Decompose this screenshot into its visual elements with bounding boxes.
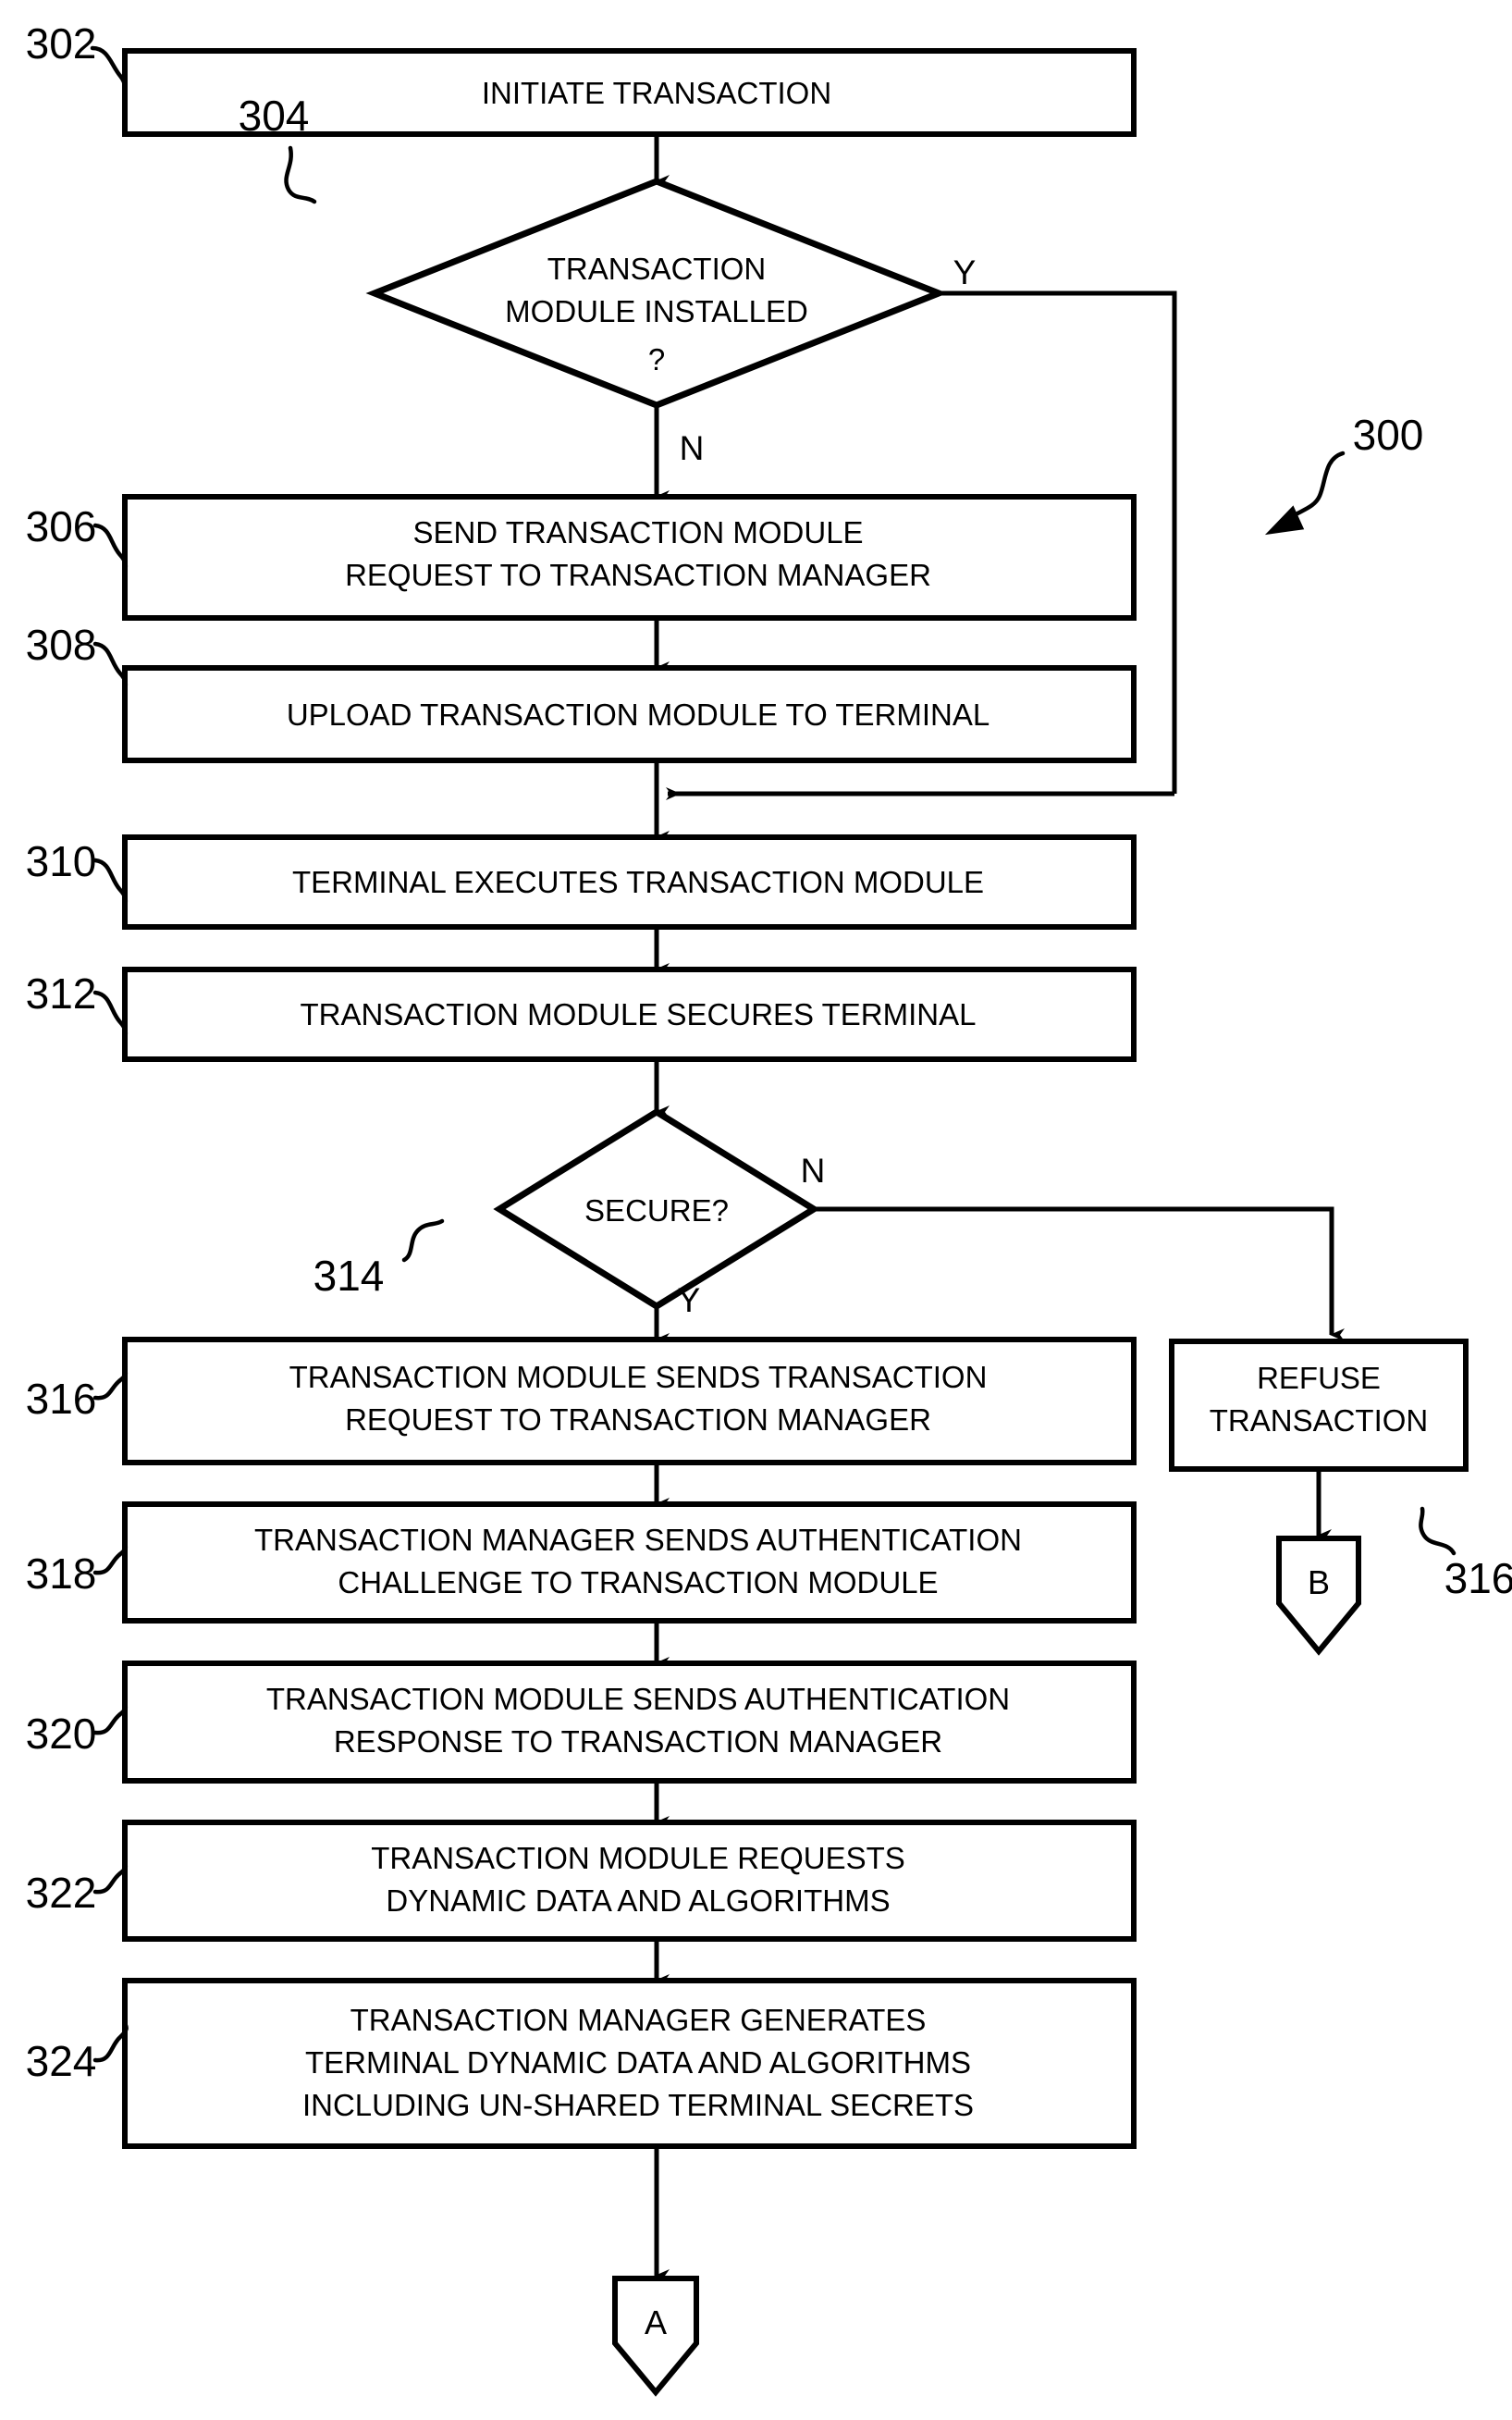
ref-label-320: 320 — [26, 1710, 97, 1758]
node-316b-label-line2: TRANSACTION — [1210, 1403, 1429, 1438]
ref-label-304: 304 — [239, 92, 310, 140]
leader-320 — [92, 1700, 129, 1735]
ref-label-302: 302 — [26, 19, 97, 68]
leader-312 — [92, 990, 129, 1043]
leader-302 — [90, 45, 128, 101]
node-310-terminal-executes-transaction-module[interactable]: TERMINAL EXECUTES TRANSACTION MODULE — [122, 834, 1137, 930]
node-324-label-line2: TERMINAL DYNAMIC DATA AND ALGORITHMS — [305, 2045, 971, 2080]
node-324-label-line1: TRANSACTION MANAGER GENERATES — [350, 2003, 927, 2037]
node-308-upload-transaction-module[interactable]: UPLOAD TRANSACTION MODULE TO TERMINAL — [122, 665, 1137, 763]
node-322-box — [122, 1820, 1137, 1942]
node-316-transaction-module-sends-transaction-request[interactable]: TRANSACTION MODULE SENDS TRANSACTION REQ… — [122, 1337, 1137, 1465]
node-316-label-line1: TRANSACTION MODULE SENDS TRANSACTION — [289, 1360, 988, 1394]
node-312-label: TRANSACTION MODULE SECURES TERMINAL — [301, 997, 977, 1031]
node-320-label-line2: RESPONSE TO TRANSACTION MANAGER — [334, 1724, 942, 1759]
ref-label-316: 316 — [26, 1375, 97, 1423]
leader-324 — [92, 2019, 129, 2063]
node-304-transaction-module-installed-decision[interactable]: TRANSACTION MODULE INSTALLED ? — [365, 178, 948, 409]
node-306-label-line2: REQUEST TO TRANSACTION MANAGER — [345, 558, 931, 592]
node-322-label-line2: DYNAMIC DATA AND ALGORITHMS — [386, 1883, 890, 1918]
ref-label-300: 300 — [1353, 411, 1424, 459]
node-318-label-line1: TRANSACTION MANAGER SENDS AUTHENTICATION — [254, 1523, 1022, 1557]
ref-label-314: 314 — [313, 1252, 385, 1300]
node-324-label-line3: INCLUDING UN-SHARED TERMINAL SECRETS — [302, 2088, 974, 2122]
ref-label-322: 322 — [26, 1869, 97, 1917]
leader-318 — [92, 1540, 129, 1575]
connector-b[interactable]: B — [1276, 1536, 1361, 1656]
node-316b-label-line1: REFUSE — [1257, 1361, 1381, 1395]
patent-flowchart-figure: INITIATE TRANSACTION TRANSACTION MODULE … — [0, 0, 1512, 2420]
node-322-transaction-module-requests-dynamic-data[interactable]: TRANSACTION MODULE REQUESTS DYNAMIC DATA… — [122, 1820, 1137, 1942]
node-308-label: UPLOAD TRANSACTION MODULE TO TERMINAL — [287, 698, 990, 732]
node-320-transaction-module-sends-authentication-response[interactable]: TRANSACTION MODULE SENDS AUTHENTICATION … — [122, 1661, 1137, 1784]
node-322-label-line1: TRANSACTION MODULE REQUESTS — [371, 1841, 905, 1875]
edge-314-no-to-refuse — [814, 1206, 1345, 1341]
node-316-box — [122, 1337, 1137, 1465]
node-312-transaction-module-secures-terminal[interactable]: TRANSACTION MODULE SECURES TERMINAL — [122, 967, 1137, 1062]
branch-label-314-no: N — [801, 1152, 826, 1190]
leader-306 — [92, 523, 129, 576]
node-318-label-line2: CHALLENGE TO TRANSACTION MODULE — [338, 1565, 938, 1599]
node-304-label-line1: TRANSACTION — [547, 252, 767, 286]
node-316-label-line2: REQUEST TO TRANSACTION MANAGER — [345, 1402, 931, 1437]
node-316b-refuse-transaction[interactable]: REFUSE TRANSACTION — [1169, 1339, 1469, 1472]
connector-b-label: B — [1308, 1563, 1330, 1601]
flowchart-canvas: INITIATE TRANSACTION TRANSACTION MODULE … — [26, 19, 1512, 2397]
ref-label-310: 310 — [26, 837, 97, 885]
leader-304 — [284, 145, 317, 204]
ref-label-312: 312 — [26, 969, 97, 1018]
node-318-transaction-manager-sends-authentication-challenge[interactable]: TRANSACTION MANAGER SENDS AUTHENTICATION… — [122, 1501, 1137, 1624]
leader-308 — [92, 641, 129, 695]
leader-316b — [1419, 1506, 1457, 1556]
ref-label-306: 306 — [26, 502, 97, 550]
ref-label-324: 324 — [26, 2037, 97, 2085]
node-318-box — [122, 1501, 1137, 1624]
connector-a-label: A — [645, 2303, 667, 2341]
node-302-label: INITIATE TRANSACTION — [482, 76, 831, 110]
node-314-label: SECURE? — [584, 1193, 729, 1228]
leader-310 — [92, 858, 129, 911]
node-304-label-line2: MODULE INSTALLED — [505, 294, 808, 328]
ref-label-316b: 316 — [1444, 1554, 1512, 1602]
node-304-label-line3: ? — [648, 342, 665, 377]
branch-label-304-no: N — [680, 429, 705, 467]
leader-314 — [401, 1218, 445, 1263]
node-324-transaction-manager-generates-terminal-dynamic-data[interactable]: TRANSACTION MANAGER GENERATES TERMINAL D… — [122, 1978, 1137, 2149]
node-306-label-line1: SEND TRANSACTION MODULE — [412, 515, 863, 549]
node-314-secure-decision[interactable]: SECURE? — [493, 1107, 820, 1311]
leader-322 — [92, 1859, 129, 1895]
node-306-send-transaction-module-request[interactable]: SEND TRANSACTION MODULE REQUEST TO TRANS… — [122, 494, 1137, 621]
node-320-label-line1: TRANSACTION MODULE SENDS AUTHENTICATION — [266, 1682, 1010, 1716]
branch-label-304-yes: Y — [953, 253, 977, 291]
node-310-label: TERMINAL EXECUTES TRANSACTION MODULE — [292, 865, 984, 899]
ref-label-308: 308 — [26, 621, 97, 669]
branch-label-314-yes: Y — [678, 1281, 701, 1319]
leader-316 — [92, 1366, 129, 1401]
connector-a[interactable]: A — [612, 2276, 699, 2397]
leader-300-arrow-line — [1285, 451, 1346, 523]
ref-label-318: 318 — [26, 1550, 97, 1598]
